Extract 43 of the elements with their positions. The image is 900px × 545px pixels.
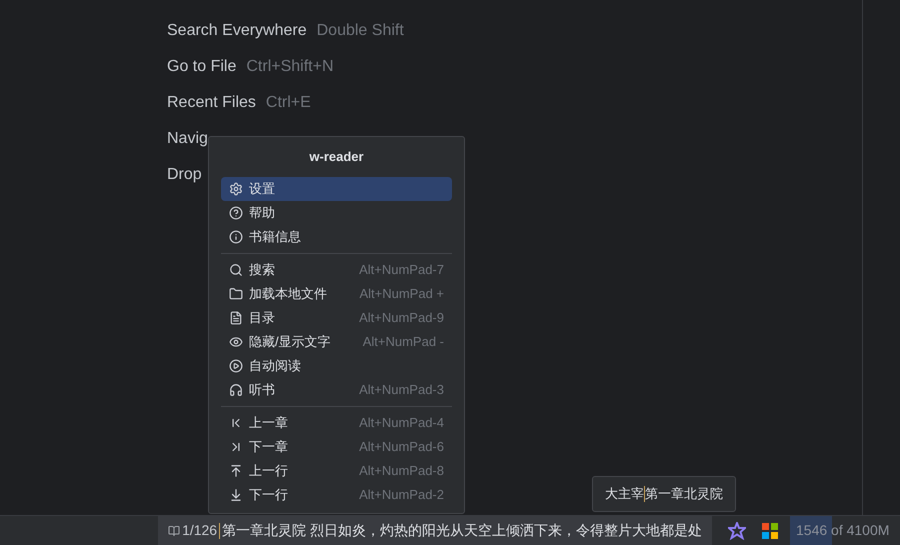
memory-indicator[interactable]: 1546 of 4100M	[790, 516, 900, 545]
page-counter: 1/126	[182, 521, 218, 540]
reader-status[interactable]: 1/126 第一章北灵院 烈日如炎，灼热的阳光从天空上倾洒下来，令得整片大地都是处	[158, 516, 712, 545]
hint-shortcut: Ctrl+E	[266, 93, 311, 113]
hint-label: Search Everywhere	[167, 21, 307, 41]
arrow-down-icon	[229, 488, 243, 502]
hint-label: Go to File	[167, 57, 236, 77]
document-icon	[229, 311, 243, 325]
settings-icon	[229, 182, 243, 196]
chapter-title: 第一章北灵院	[645, 485, 723, 504]
menu-item[interactable]: 目录 Alt+NumPad-9	[221, 306, 452, 330]
hint-label: Navig	[167, 129, 208, 149]
menu-item[interactable]: 设置	[221, 177, 452, 201]
folder-icon	[229, 287, 243, 301]
menu-item[interactable]: 听书 Alt+NumPad-3	[221, 378, 452, 402]
menu-item[interactable]: 上一章 Alt+NumPad-4	[221, 411, 452, 435]
arrow-up-icon	[229, 464, 243, 478]
hint-label: Recent Files	[167, 93, 256, 113]
search-icon	[229, 263, 243, 277]
menu-item[interactable]: 下一章 Alt+NumPad-6	[221, 435, 452, 459]
headphones-icon	[229, 383, 243, 397]
menu-item[interactable]: 书籍信息	[221, 225, 452, 249]
memory-reading: 1546 of 4100M	[795, 521, 890, 540]
menu-item[interactable]: 自动阅读	[221, 354, 452, 378]
book-icon	[168, 524, 180, 536]
windows-icon[interactable]	[762, 522, 778, 538]
eye-icon	[229, 335, 243, 349]
menu-item[interactable]: 帮助	[221, 201, 452, 225]
menu-item[interactable]: 上一行 Alt+NumPad-8	[221, 459, 452, 483]
menu-item[interactable]: 搜索 Alt+NumPad-7	[221, 258, 452, 282]
menu-item[interactable]: 下一行 Alt+NumPad-2	[221, 483, 452, 507]
hint-shortcut: Ctrl+Shift+N	[246, 57, 334, 77]
play-icon	[229, 359, 243, 373]
info-icon	[229, 230, 243, 244]
book-title: 大主宰	[605, 485, 644, 504]
star-icon[interactable]	[728, 522, 746, 540]
menu-item[interactable]: 加载本地文件 Alt+NumPad +	[221, 282, 452, 306]
reading-text: 第一章北灵院 烈日如炎，灼热的阳光从天空上倾洒下来，令得整片大地都是处	[222, 521, 702, 540]
hint-shortcut: Double Shift	[316, 21, 404, 41]
menu-item[interactable]: 隐藏/显示文字 Alt+NumPad -	[221, 330, 452, 354]
hint-label: Drop	[167, 165, 202, 185]
help-icon	[229, 206, 243, 220]
popup-title: w-reader	[308, 148, 365, 166]
